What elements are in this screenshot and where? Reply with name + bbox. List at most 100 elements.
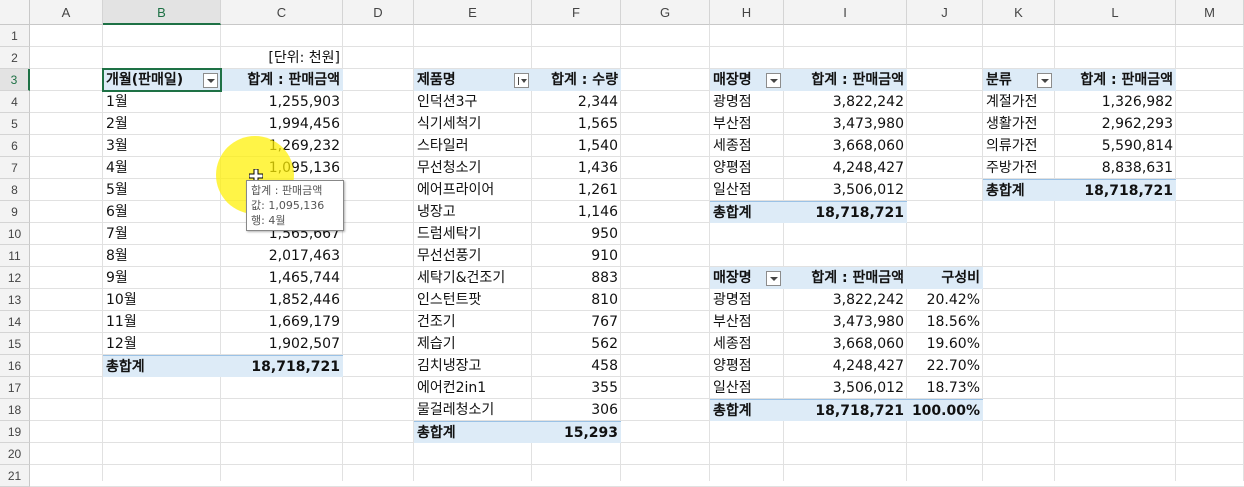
pivot_store_ratio-cell[interactable]: 광명점: [710, 289, 784, 311]
row-header-1[interactable]: 1: [0, 25, 30, 47]
pivot_month-cell[interactable]: 12월: [103, 333, 221, 355]
pivot_month-cell[interactable]: 9월: [103, 267, 221, 289]
pivot_category-cell[interactable]: 계절가전: [983, 91, 1055, 113]
row-header-21[interactable]: 21: [0, 465, 30, 487]
pivot_month-cell[interactable]: 2,017,463: [221, 245, 343, 267]
pivot_category-total-1[interactable]: 18,718,721: [1055, 179, 1176, 201]
pivot_product-cell[interactable]: 1,436: [532, 157, 621, 179]
row-header-9[interactable]: 9: [0, 201, 30, 223]
column-header-h[interactable]: H: [710, 0, 784, 25]
pivot_category-header-1[interactable]: 합계 : 판매금액: [1055, 69, 1176, 91]
row-header-5[interactable]: 5: [0, 113, 30, 135]
pivot_product-cell[interactable]: 식기세척기: [414, 113, 532, 135]
pivot_store_ratio-header-1[interactable]: 합계 : 판매금액: [784, 267, 907, 289]
pivot_product-cell[interactable]: 에어컨2in1: [414, 377, 532, 399]
pivot_month-cell[interactable]: 11월: [103, 311, 221, 333]
pivot_product-cell[interactable]: 883: [532, 267, 621, 289]
pivot_product-cell[interactable]: 건조기: [414, 311, 532, 333]
pivot_store_ratio-cell[interactable]: 19.60%: [907, 333, 983, 355]
spreadsheet-grid[interactable]: A B C D E F G H I J K L M 1 2 3 4 5 6 7 8 9 10 11 12 13 14 15 16 17 18…: [0, 0, 1244, 487]
pivot_store-cell[interactable]: 4,248,427: [784, 157, 907, 179]
pivot_store_ratio-filter-dropdown-icon[interactable]: [766, 271, 781, 286]
pivot_product-total-0[interactable]: 총합계: [414, 421, 532, 443]
row-header-19[interactable]: 19: [0, 421, 30, 443]
pivot_product-cell[interactable]: 1,565: [532, 113, 621, 135]
pivot_store_ratio-cell[interactable]: 세종점: [710, 333, 784, 355]
row-header-20[interactable]: 20: [0, 443, 30, 465]
pivot_month-cell[interactable]: 5월: [103, 179, 221, 201]
pivot_store_ratio-total-1[interactable]: 18,718,721: [784, 399, 907, 421]
pivot_store_ratio-cell[interactable]: 18.73%: [907, 377, 983, 399]
pivot_store_ratio-cell[interactable]: 3,668,060: [784, 333, 907, 355]
pivot_category-cell[interactable]: 주방가전: [983, 157, 1055, 179]
pivot_product-cell[interactable]: 910: [532, 245, 621, 267]
pivot_product-cell[interactable]: 스타일러: [414, 135, 532, 157]
pivot_product-filter-dropdown-icon[interactable]: [514, 73, 529, 88]
pivot_product-cell[interactable]: 에어프라이어: [414, 179, 532, 201]
row-header-12[interactable]: 12: [0, 267, 30, 289]
pivot_store-cell[interactable]: 부산점: [710, 113, 784, 135]
pivot_store-cell[interactable]: 3,822,242: [784, 91, 907, 113]
pivot_store-cell[interactable]: 양평점: [710, 157, 784, 179]
pivot_product-cell[interactable]: 1,540: [532, 135, 621, 157]
unit-note[interactable]: [단위: 천원]: [221, 47, 343, 69]
row-header-8[interactable]: 8: [0, 179, 30, 201]
pivot_category-cell[interactable]: 의류가전: [983, 135, 1055, 157]
pivot_product-cell[interactable]: 562: [532, 333, 621, 355]
pivot_store-cell[interactable]: 세종점: [710, 135, 784, 157]
pivot_category-cell[interactable]: 8,838,631: [1055, 157, 1176, 179]
pivot_store_ratio-cell[interactable]: 20.42%: [907, 289, 983, 311]
pivot_month-cell[interactable]: 7월: [103, 223, 221, 245]
row-header-7[interactable]: 7: [0, 157, 30, 179]
pivot_month-cell[interactable]: 1월: [103, 91, 221, 113]
pivot_store-cell[interactable]: 3,506,012: [784, 179, 907, 201]
column-header-m[interactable]: M: [1176, 0, 1244, 25]
pivot_category-cell[interactable]: 2,962,293: [1055, 113, 1176, 135]
pivot_category-filter-dropdown-icon[interactable]: [1037, 73, 1052, 88]
row-header-6[interactable]: 6: [0, 135, 30, 157]
pivot_month-header-1[interactable]: 합계 : 판매금액: [221, 69, 343, 91]
pivot_store_ratio-total-2[interactable]: 100.00%: [907, 399, 983, 421]
pivot_product-cell[interactable]: 물걸레청소기: [414, 399, 532, 421]
pivot_product-cell[interactable]: 950: [532, 223, 621, 245]
pivot_store_ratio-cell[interactable]: 22.70%: [907, 355, 983, 377]
column-header-j[interactable]: J: [907, 0, 983, 25]
pivot_product-total-1[interactable]: 15,293: [532, 421, 621, 443]
pivot_category-cell[interactable]: 1,326,982: [1055, 91, 1176, 113]
column-header-k[interactable]: K: [983, 0, 1055, 25]
pivot_product-cell[interactable]: 인덕션3구: [414, 91, 532, 113]
pivot_month-cell[interactable]: 1,902,507: [221, 333, 343, 355]
pivot_month-total-1[interactable]: 18,718,721: [221, 355, 343, 377]
column-header-i[interactable]: I: [784, 0, 907, 25]
row-header-11[interactable]: 11: [0, 245, 30, 267]
pivot_product-cell[interactable]: 458: [532, 355, 621, 377]
pivot_month-cell[interactable]: 8월: [103, 245, 221, 267]
row-header-18[interactable]: 18: [0, 399, 30, 421]
pivot_store_ratio-total-0[interactable]: 총합계: [710, 399, 784, 421]
pivot_month-cell[interactable]: 2월: [103, 113, 221, 135]
pivot_store_ratio-cell[interactable]: 3,506,012: [784, 377, 907, 399]
pivot_store_ratio-cell[interactable]: 18.56%: [907, 311, 983, 333]
pivot_product-cell[interactable]: 무선청소기: [414, 157, 532, 179]
pivot_month-cell[interactable]: 6월: [103, 201, 221, 223]
pivot_product-cell[interactable]: 세탁기&건조기: [414, 267, 532, 289]
pivot_store-cell[interactable]: 일산점: [710, 179, 784, 201]
column-header-l[interactable]: L: [1055, 0, 1176, 25]
row-header-17[interactable]: 17: [0, 377, 30, 399]
pivot_month-cell[interactable]: 1,255,903: [221, 91, 343, 113]
row-header-10[interactable]: 10: [0, 223, 30, 245]
pivot_store_ratio-cell[interactable]: 양평점: [710, 355, 784, 377]
pivot_month-cell[interactable]: 3월: [103, 135, 221, 157]
row-header-4[interactable]: 4: [0, 91, 30, 113]
column-header-b[interactable]: B: [103, 0, 221, 25]
pivot_store-cell[interactable]: 광명점: [710, 91, 784, 113]
pivot_month-cell[interactable]: 4월: [103, 157, 221, 179]
pivot_store_ratio-header-2[interactable]: 구성비: [907, 267, 983, 289]
pivot_category-cell[interactable]: 생활가전: [983, 113, 1055, 135]
pivot_product-cell[interactable]: 1,146: [532, 201, 621, 223]
pivot_product-cell[interactable]: 1,261: [532, 179, 621, 201]
column-header-a[interactable]: A: [30, 0, 103, 25]
pivot_store_ratio-cell[interactable]: 4,248,427: [784, 355, 907, 377]
pivot_product-cell[interactable]: 냉장고: [414, 201, 532, 223]
pivot_store-filter-dropdown-icon[interactable]: [766, 73, 781, 88]
